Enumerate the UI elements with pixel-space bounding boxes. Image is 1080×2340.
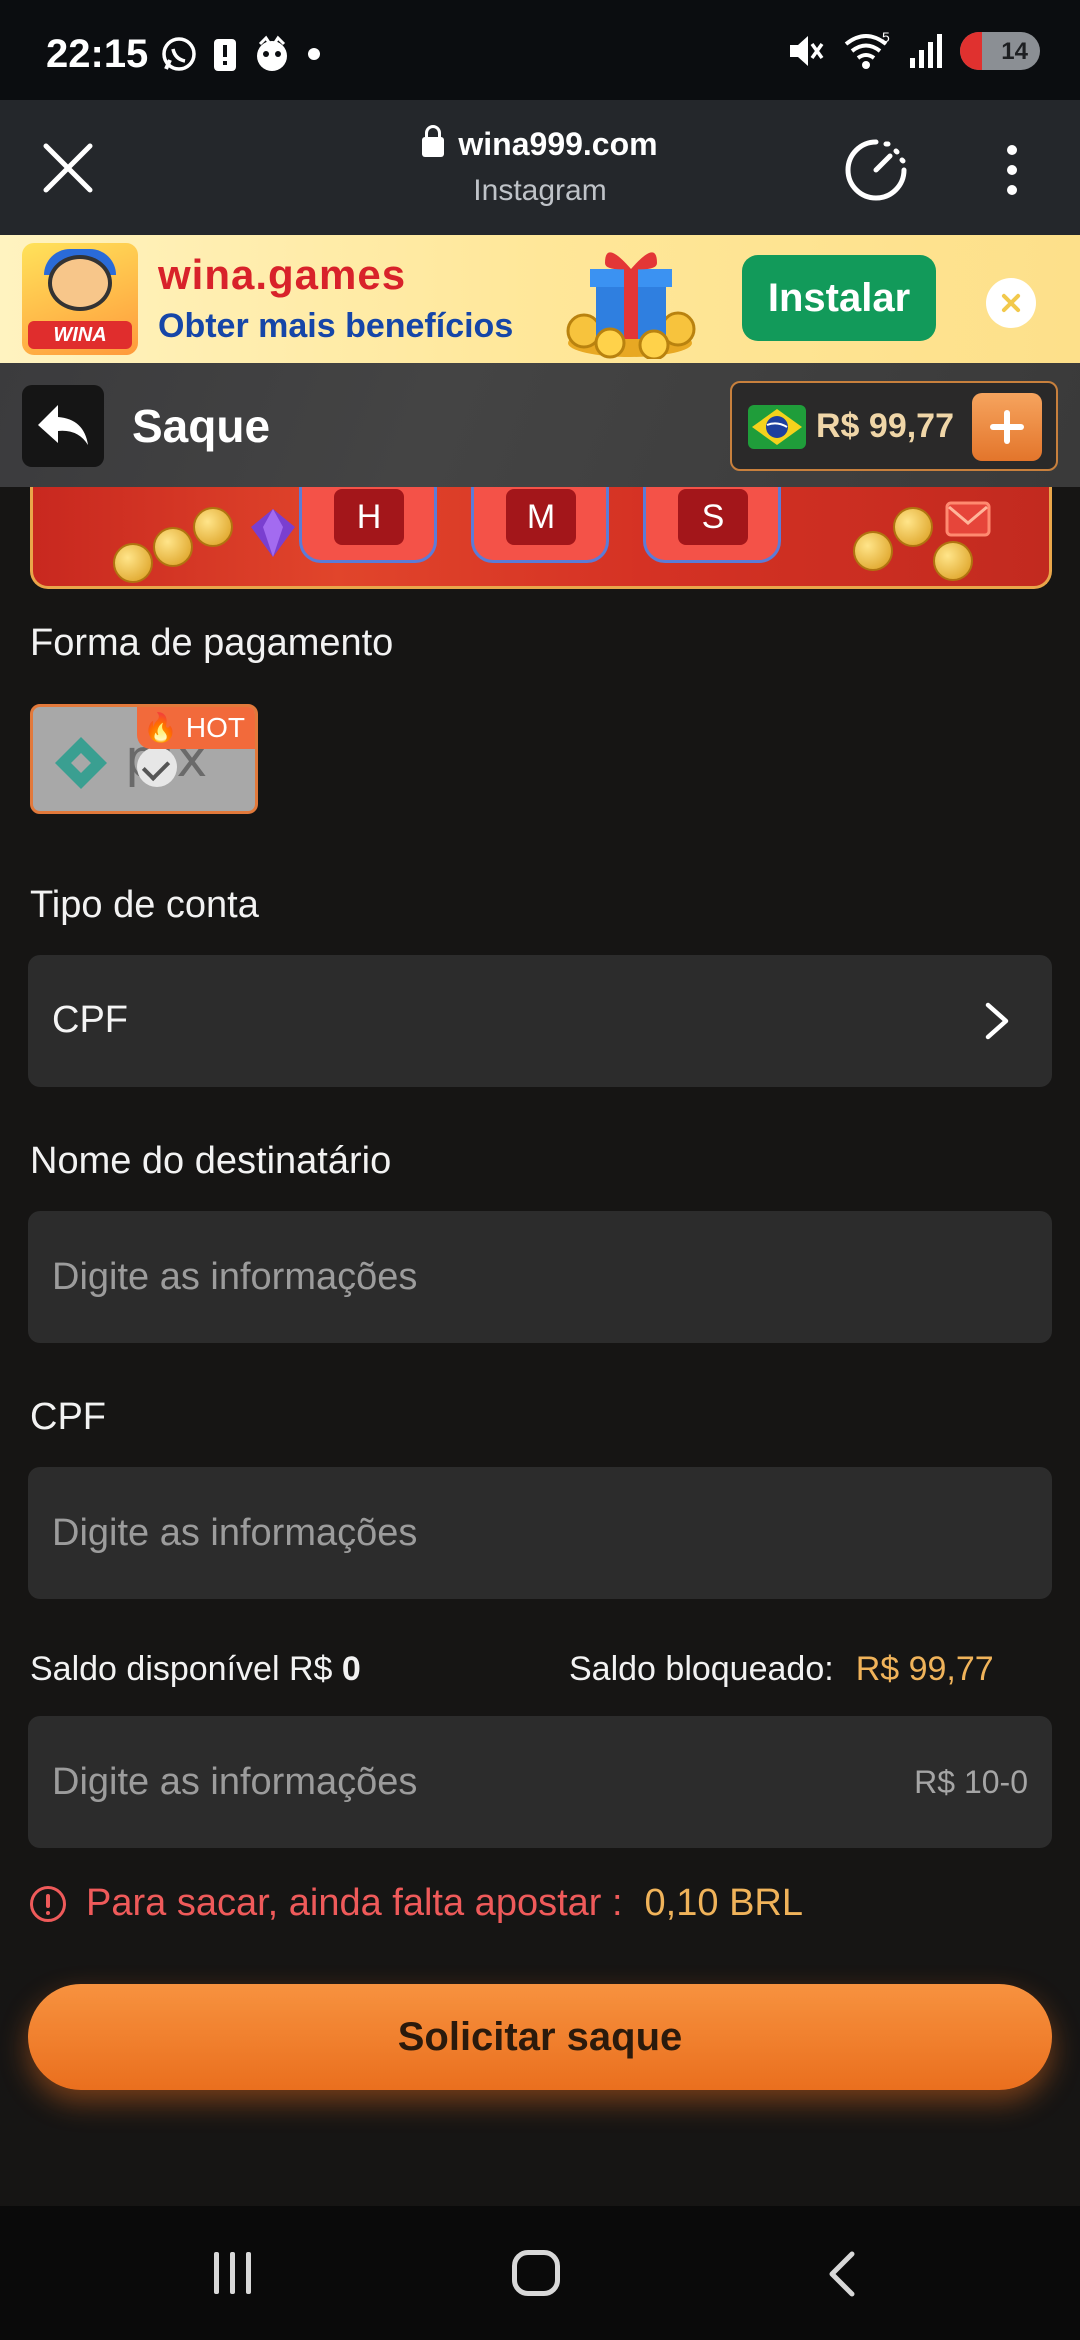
wifi-badge: 5 xyxy=(882,30,890,45)
status-bar: 22:15 5 14 xyxy=(0,0,1080,100)
back-arrow-icon xyxy=(38,405,88,445)
install-banner: WINA Games wina.games Obter mais benefíc… xyxy=(0,235,1080,363)
browser-url[interactable]: wina999.com xyxy=(0,125,1080,163)
battery-level: 14 xyxy=(1001,38,1028,65)
countdown-minutes-label: M xyxy=(506,489,576,545)
header-balance: R$ 99,77 xyxy=(816,407,954,445)
hot-badge-label: HOT xyxy=(185,712,245,743)
recipient-name-field-wrap xyxy=(28,1211,1052,1343)
close-banner-icon[interactable] xyxy=(986,278,1036,328)
more-menu-icon[interactable] xyxy=(1000,142,1024,198)
amount-input[interactable] xyxy=(52,1746,812,1818)
dot-icon xyxy=(308,48,320,60)
gift-coins-icon xyxy=(566,252,696,359)
request-withdrawal-button[interactable]: Solicitar saque xyxy=(28,1984,1052,2090)
app-logo: WINA Games xyxy=(22,243,138,355)
mascot-app-icon xyxy=(257,35,287,71)
back-button[interactable] xyxy=(22,385,104,467)
app-logo-text: WINA Games xyxy=(28,321,132,355)
cpf-field-wrap xyxy=(28,1467,1052,1599)
browser-source: Instagram xyxy=(473,174,607,207)
banner-title: wina.games xyxy=(158,251,407,298)
chevron-right-icon xyxy=(985,1002,1009,1040)
cpf-input[interactable] xyxy=(52,1497,812,1569)
deposit-plus-button[interactable] xyxy=(972,393,1042,461)
status-time: 22:15 xyxy=(46,32,149,76)
wager-warning-text: Para sacar, ainda falta apostar : xyxy=(86,1882,623,1924)
countdown-seconds-label: S xyxy=(678,489,748,545)
countdown-minutes: M xyxy=(471,487,609,563)
account-type-label: Tipo de conta xyxy=(30,884,259,926)
flame-icon: 🔥 xyxy=(143,712,179,743)
countdown-hours-label: H xyxy=(334,489,404,545)
blocked-balance-value: R$ 99,77 xyxy=(855,1650,994,1688)
wager-warning: Para sacar, ainda falta apostar : 0,10 B… xyxy=(30,1882,803,1925)
banner-subtitle: Obter mais benefícios xyxy=(158,307,514,345)
gem-icon xyxy=(251,509,295,557)
system-nav-bar xyxy=(0,2206,1080,2340)
envelope-icon xyxy=(945,501,991,537)
recent-apps-icon[interactable] xyxy=(210,2252,256,2294)
selected-check-icon xyxy=(137,747,177,787)
blocked-balance-label: Saldo bloqueado: xyxy=(569,1650,834,1688)
brazil-flag-icon xyxy=(748,405,806,449)
url-text: wina999.com xyxy=(458,126,658,162)
install-button[interactable]: Instalar xyxy=(742,255,936,341)
wifi-icon: 5 xyxy=(844,30,890,69)
pix-payment-option[interactable]: pix 🔥 HOT xyxy=(30,704,258,814)
payment-method-label: Forma de pagamento xyxy=(30,622,394,664)
lock-icon xyxy=(422,125,445,157)
home-icon[interactable] xyxy=(512,2250,560,2296)
battery-alert-icon xyxy=(214,39,236,71)
status-notification-icons xyxy=(160,34,322,74)
page-title: Saque xyxy=(132,400,271,452)
speedometer-icon[interactable] xyxy=(842,136,910,204)
promo-banner: H M S xyxy=(30,487,1052,589)
cpf-label: CPF xyxy=(30,1396,106,1438)
nav-back-icon[interactable] xyxy=(822,2250,862,2298)
blocked-balance: Saldo bloqueado: R$ 99,77 xyxy=(569,1650,994,1689)
recipient-name-input[interactable] xyxy=(52,1241,812,1313)
amount-range: R$ 10-0 xyxy=(914,1764,1028,1800)
account-type-value: CPF xyxy=(52,999,128,1041)
hot-badge: 🔥 HOT xyxy=(137,707,255,749)
recipient-name-label: Nome do destinatário xyxy=(30,1140,392,1182)
signal-icon xyxy=(910,34,942,68)
status-system-icons: 5 14 xyxy=(786,30,1040,72)
alert-icon xyxy=(30,1885,66,1922)
whatsapp-icon xyxy=(162,37,196,71)
available-balance-value: 0 xyxy=(341,1650,361,1688)
account-type-select[interactable]: CPF xyxy=(28,955,1052,1087)
mute-icon xyxy=(790,36,824,66)
available-balance: Saldo disponível R$ 0 xyxy=(30,1650,361,1689)
page-header: Saque R$ 99,77 xyxy=(0,363,1080,487)
browser-toolbar: wina999.com Instagram xyxy=(0,100,1080,235)
battery-icon: 14 xyxy=(960,32,1040,70)
available-balance-label: Saldo disponível R$ xyxy=(30,1650,333,1688)
countdown-seconds: S xyxy=(643,487,781,563)
balance-chip[interactable]: R$ 99,77 xyxy=(730,381,1058,471)
wager-warning-amount: 0,10 BRL xyxy=(644,1882,803,1924)
amount-field-wrap: R$ 10-0 xyxy=(28,1716,1052,1848)
pix-logo-icon xyxy=(55,737,107,789)
countdown-hours: H xyxy=(299,487,437,563)
